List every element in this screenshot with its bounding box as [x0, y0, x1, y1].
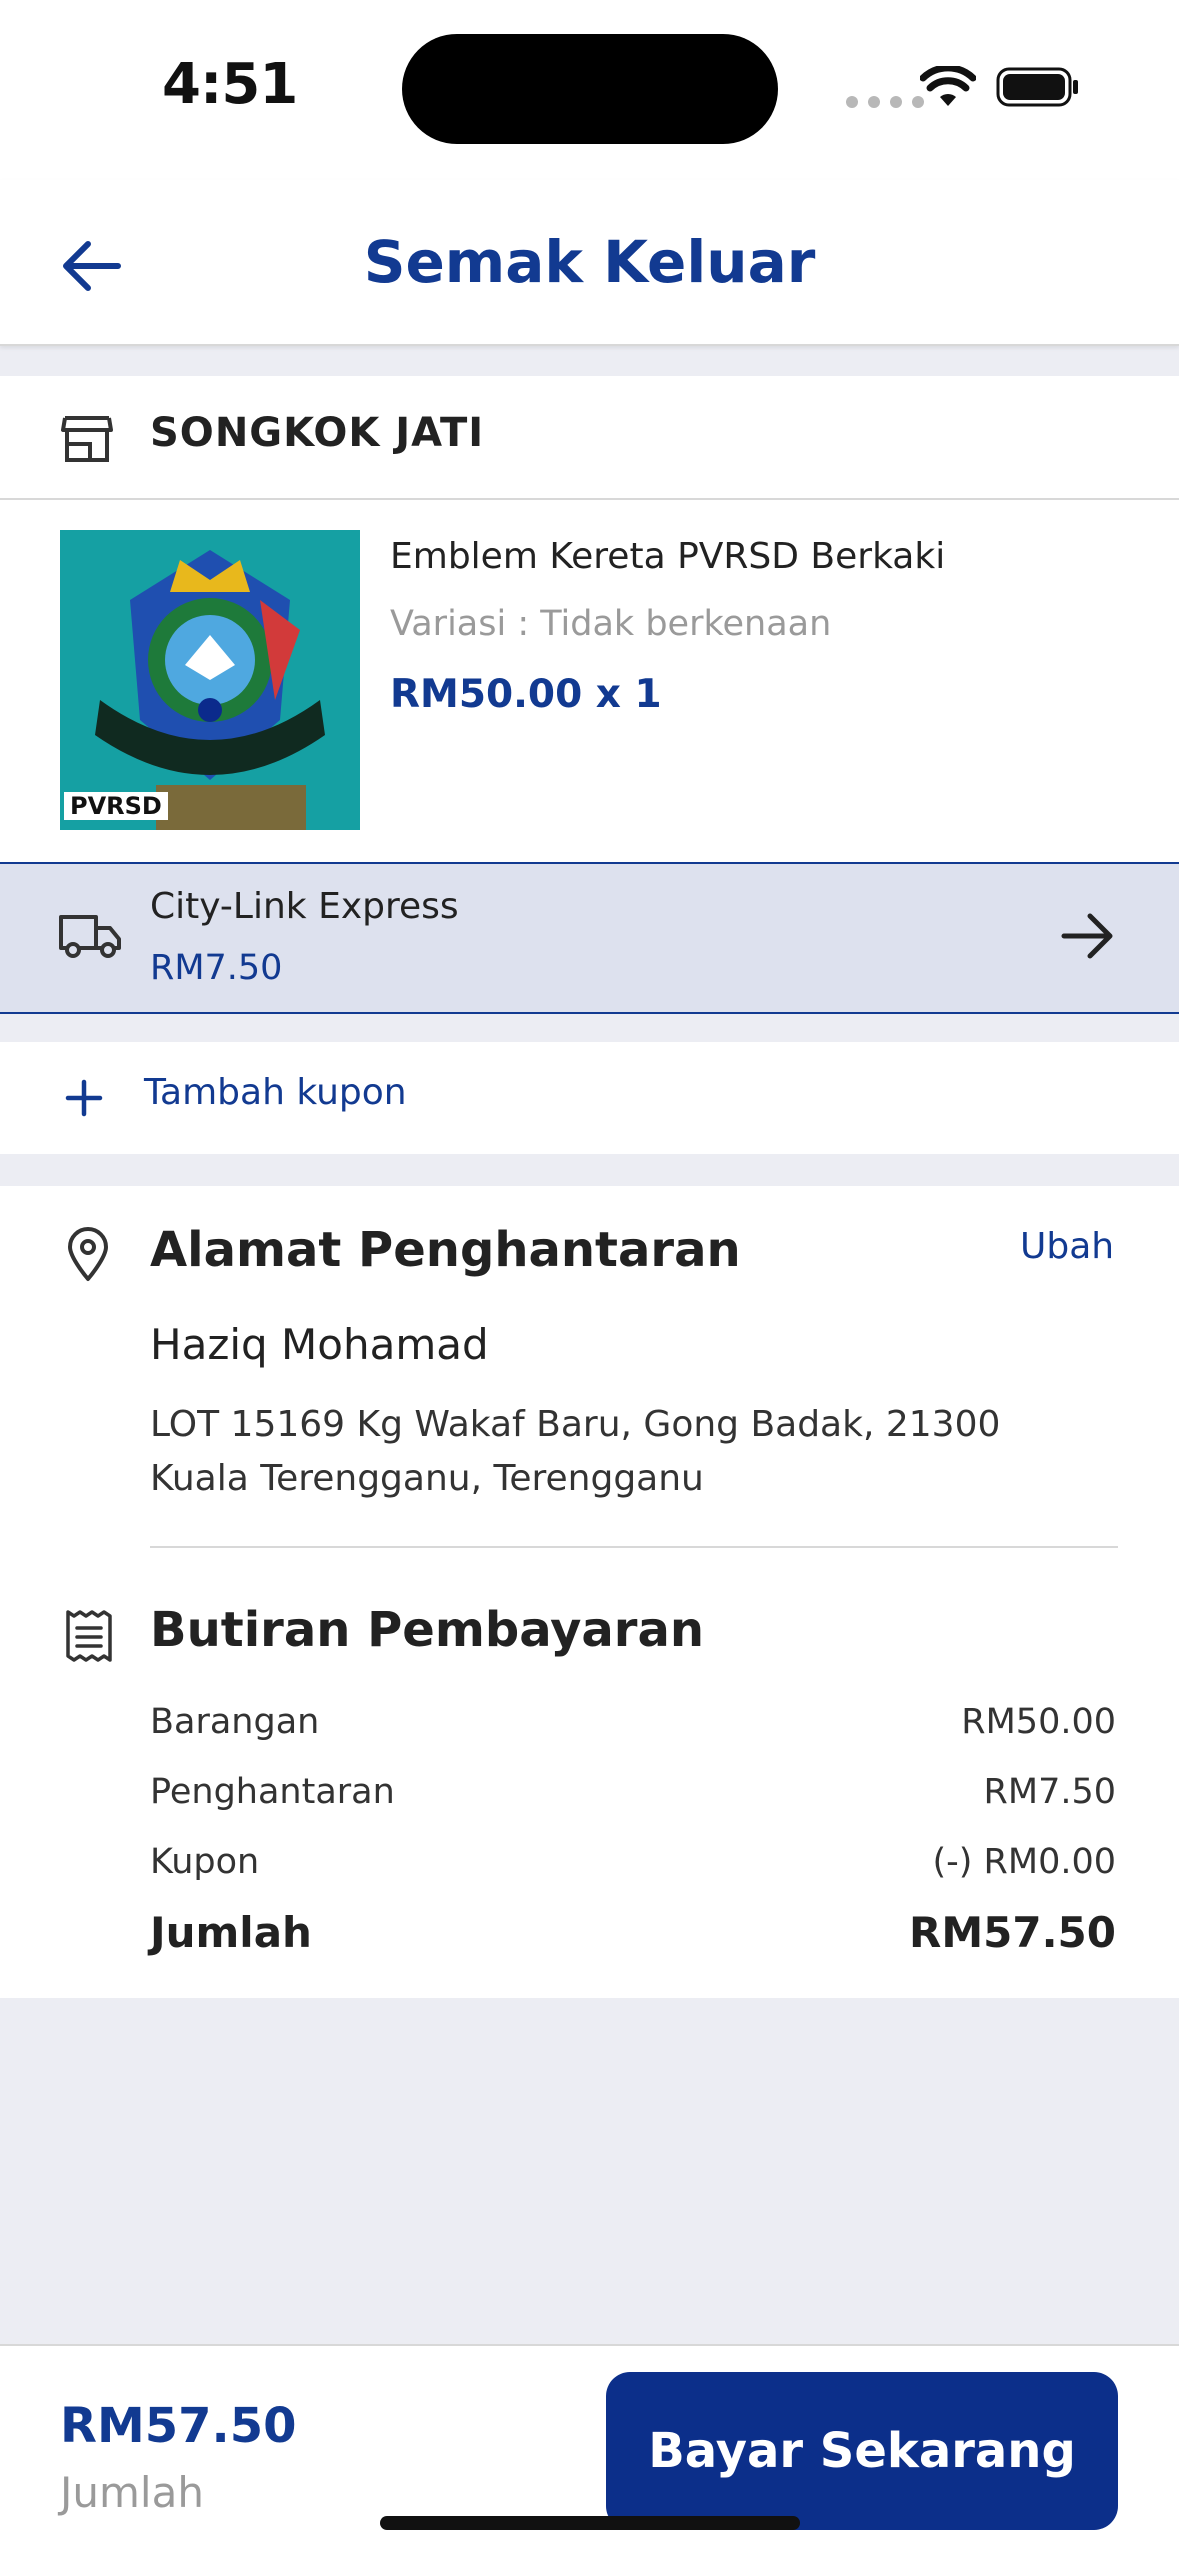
payment-row-shipping: Penghantaran RM7.50 [150, 1772, 1116, 1812]
shop-name: SONGKOK JATI [150, 410, 485, 456]
payment-details-heading: Butiran Pembayaran [150, 1602, 705, 1658]
product-image-label: PVRSD [64, 792, 168, 820]
battery-icon [996, 67, 1078, 107]
wifi-icon [920, 66, 976, 106]
pay-now-button[interactable]: Bayar Sekarang [606, 2372, 1118, 2530]
payment-row-value: (-) RM0.00 [932, 1842, 1116, 1882]
status-bar: 4:51 [0, 0, 1179, 180]
divider [150, 1546, 1118, 1548]
payment-row-total: Jumlah RM57.50 [150, 1908, 1116, 1957]
payment-row-value: RM7.50 [983, 1772, 1116, 1812]
product-variant: Variasi : Tidak berkenaan [390, 604, 832, 644]
total-value: RM57.50 [909, 1908, 1116, 1957]
plus-icon [65, 1079, 103, 1117]
arrow-right-icon [1061, 913, 1113, 959]
location-pin-icon [68, 1227, 108, 1281]
truck-icon [59, 915, 121, 958]
edit-address-button[interactable]: Ubah [1020, 1226, 1114, 1267]
details-card: Alamat Penghantaran Ubah Haziq Mohamad L… [0, 1186, 1179, 1998]
product-title: Emblem Kereta PVRSD Berkaki [390, 536, 946, 577]
payment-row-value: RM50.00 [961, 1702, 1116, 1742]
dynamic-island [402, 34, 778, 144]
receipt-icon [66, 1610, 112, 1662]
total-amount: RM57.50 [60, 2398, 297, 2454]
app-header: Semak Keluar [0, 180, 1179, 346]
delivery-address-heading: Alamat Penghantaran [150, 1222, 741, 1278]
payment-row-coupon: Kupon (-) RM0.00 [150, 1842, 1116, 1882]
recipient-name: Haziq Mohamad [150, 1320, 489, 1369]
order-item-card: SONGKOK JATI PVRSD Emblem Kereta PVRSD B… [0, 376, 1179, 864]
status-time: 4:51 [162, 52, 298, 117]
total-amount-label: Jumlah [60, 2468, 204, 2517]
payment-row-items: Barangan RM50.00 [150, 1702, 1116, 1742]
payment-row-label: Barangan [150, 1702, 320, 1742]
store-icon [61, 416, 113, 462]
total-label: Jumlah [150, 1908, 312, 1957]
shipping-price: RM7.50 [150, 948, 283, 988]
home-indicator [380, 2516, 800, 2530]
address-line: LOT 15169 Kg Wakaf Baru, Gong Badak, 213… [150, 1404, 1001, 1499]
add-coupon-label: Tambah kupon [144, 1072, 407, 1113]
payment-row-label: Penghantaran [150, 1772, 395, 1812]
emblem-image [60, 530, 360, 830]
add-coupon-button[interactable]: Tambah kupon [0, 1042, 1179, 1154]
page-title: Semak Keluar [363, 228, 816, 296]
courier-name: City-Link Express [150, 886, 459, 927]
cellular-signal-icon [846, 96, 924, 108]
payment-row-label: Kupon [150, 1842, 260, 1882]
shipping-option[interactable]: City-Link Express RM7.50 [0, 862, 1179, 1014]
product-image: PVRSD [60, 530, 360, 830]
back-arrow-icon[interactable] [56, 230, 128, 302]
shop-row: SONGKOK JATI [0, 376, 1179, 500]
product-price: RM50.00 x 1 [390, 672, 662, 717]
